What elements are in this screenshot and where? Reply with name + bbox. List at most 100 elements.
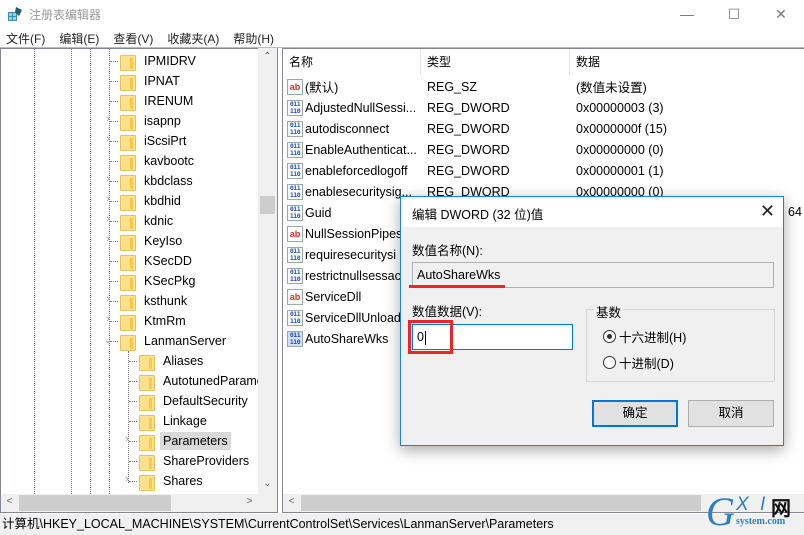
column-name[interactable]: 名称 bbox=[283, 49, 421, 75]
tree-item[interactable]: › kbdhid bbox=[106, 191, 184, 211]
tree-item[interactable]: kavbootc bbox=[110, 151, 197, 171]
chevron-right-icon[interactable]: › bbox=[103, 293, 113, 305]
value-name: EnableAuthenticat... bbox=[305, 142, 417, 157]
binary-value-icon: 011 110 bbox=[287, 246, 303, 263]
registry-tree[interactable]: IPMIDRV IPNAT IRENUM › isapnp › iScsiPrt kavboo… bbox=[0, 48, 278, 513]
column-data[interactable]: 数据 bbox=[570, 49, 804, 75]
tree-item[interactable]: › isapnp bbox=[106, 111, 184, 131]
chevron-right-icon[interactable]: › bbox=[122, 473, 132, 485]
list-hscroll-thumb[interactable] bbox=[301, 495, 701, 511]
scroll-up-icon[interactable]: ⌃ bbox=[259, 51, 276, 62]
close-button[interactable]: ✕ bbox=[758, 0, 804, 28]
radio-unchecked-icon[interactable] bbox=[603, 356, 616, 369]
menu-help[interactable]: 帮助(H) bbox=[226, 28, 281, 48]
value-name: enableforcedlogoff bbox=[305, 163, 408, 178]
chevron-right-icon[interactable]: › bbox=[103, 113, 113, 125]
ok-button[interactable]: 确定 bbox=[592, 400, 678, 427]
list-header: 名称 类型 数据 bbox=[283, 49, 804, 75]
maximize-button[interactable]: ☐ bbox=[711, 0, 757, 28]
list-row[interactable]: 011 110 EnableAuthenticat... REG_DWORD 0x000… bbox=[283, 139, 804, 160]
value-name: (默认) bbox=[305, 81, 339, 95]
chevron-right-icon[interactable]: › bbox=[103, 213, 113, 225]
value-name: requiresecuritysi bbox=[305, 247, 397, 262]
tree-item-label: ksthunk bbox=[144, 294, 188, 308]
title-bar: 注册表编辑器 — ☐ ✕ bbox=[0, 0, 804, 28]
value-name: ServiceDll bbox=[305, 289, 362, 304]
chevron-right-icon[interactable]: › bbox=[103, 233, 113, 245]
tree-item[interactable]: KSecPkg bbox=[110, 271, 198, 291]
folder-icon bbox=[139, 354, 155, 371]
status-bar-path: 计算机\HKEY_LOCAL_MACHINE\SYSTEM\CurrentCon… bbox=[0, 514, 804, 535]
menu-favorites[interactable]: 收藏夹(A) bbox=[160, 28, 226, 48]
tree-guide-line bbox=[128, 351, 129, 483]
tree-item[interactable]: › kbdclass bbox=[106, 171, 196, 191]
scroll-right-icon[interactable]: > bbox=[241, 496, 258, 507]
folder-icon bbox=[120, 174, 136, 191]
tree-horizontal-scrollbar[interactable]: < > bbox=[1, 494, 277, 512]
dialog-close-icon[interactable]: ✕ bbox=[760, 201, 775, 221]
tree-item[interactable]: IRENUM bbox=[110, 91, 196, 111]
tree-item[interactable]: Linkage bbox=[129, 411, 210, 431]
tree-vscroll-thumb[interactable] bbox=[260, 196, 275, 214]
radio-hexadecimal[interactable]: 十六进制(H) bbox=[603, 327, 686, 346]
tree-item[interactable]: › iScsiPrt bbox=[106, 131, 189, 151]
scroll-left-icon[interactable]: < bbox=[1, 496, 18, 507]
folder-icon bbox=[120, 314, 136, 331]
scroll-down-icon[interactable]: ⌄ bbox=[259, 478, 276, 489]
tree-item[interactable]: › KeyIso bbox=[106, 231, 185, 251]
tree-guide-line bbox=[71, 49, 72, 512]
cell-data: (数值未设置) bbox=[576, 81, 647, 95]
chevron-right-icon[interactable]: › bbox=[103, 193, 113, 205]
tree-item-label: LanmanServer bbox=[144, 334, 226, 348]
folder-icon bbox=[120, 294, 136, 311]
value-name-label: 数值名称(N): bbox=[412, 244, 483, 258]
chevron-right-icon[interactable]: › bbox=[103, 313, 113, 325]
list-row[interactable]: 011 110 autodisconnect REG_DWORD 0x0000000f … bbox=[283, 118, 804, 139]
tree-item[interactable]: DefaultSecurity bbox=[129, 391, 251, 411]
scroll-left-icon[interactable]: < bbox=[283, 496, 300, 507]
tree-item[interactable]: › KtmRm bbox=[106, 311, 189, 331]
cell-type: REG_SZ bbox=[427, 79, 478, 94]
menu-file[interactable]: 文件(F) bbox=[0, 28, 52, 48]
tree-item[interactable]: ShareProviders bbox=[129, 451, 252, 471]
tree-vertical-scrollbar[interactable]: ⌃ ⌄ bbox=[258, 48, 277, 494]
binary-value-icon: 011 110 bbox=[287, 183, 303, 200]
list-row[interactable]: ab (默认) REG_SZ (数值未设置) bbox=[283, 76, 804, 97]
tree-item[interactable]: ⌄ LanmanServer bbox=[103, 331, 229, 351]
menu-edit[interactable]: 编辑(E) bbox=[52, 28, 106, 48]
minimize-button[interactable]: — bbox=[664, 0, 710, 28]
menu-view[interactable]: 查看(V) bbox=[106, 28, 160, 48]
tree-hscroll-thumb[interactable] bbox=[19, 495, 171, 511]
radio-decimal[interactable]: 十进制(D) bbox=[603, 353, 674, 372]
cancel-button[interactable]: 取消 bbox=[688, 400, 774, 427]
list-row[interactable]: 011 110 enableforcedlogoff REG_DWORD 0x00000… bbox=[283, 160, 804, 181]
tree-item[interactable]: › Parameters bbox=[125, 431, 231, 451]
cell-name: 011 110 AdjustedNullSessi... bbox=[283, 99, 421, 116]
watermark-xi: X I bbox=[736, 494, 769, 515]
tree-item[interactable]: › Shares bbox=[125, 471, 206, 491]
radio-checked-icon[interactable] bbox=[603, 330, 616, 343]
watermark-domain: system.com bbox=[736, 516, 786, 527]
chevron-right-icon[interactable]: › bbox=[103, 133, 113, 145]
tree-connector bbox=[110, 261, 118, 262]
tree-item[interactable]: Aliases bbox=[129, 351, 206, 371]
chevron-down-icon[interactable]: ⌄ bbox=[103, 333, 113, 346]
tree-item[interactable]: AutotunedParame bbox=[129, 371, 267, 391]
cell-type: REG_DWORD bbox=[427, 100, 510, 115]
folder-icon bbox=[120, 274, 136, 291]
tree-item[interactable]: IPMIDRV bbox=[110, 51, 199, 71]
folder-icon bbox=[120, 74, 136, 91]
tree-connector bbox=[110, 61, 118, 62]
chevron-right-icon[interactable]: › bbox=[103, 173, 113, 185]
list-row[interactable]: 011 110 AdjustedNullSessi... REG_DWORD 0x000… bbox=[283, 97, 804, 118]
folder-icon bbox=[120, 154, 136, 171]
column-type[interactable]: 类型 bbox=[421, 49, 570, 75]
chevron-right-icon[interactable]: › bbox=[122, 433, 132, 445]
tree-item-label: Shares bbox=[163, 474, 203, 488]
folder-icon bbox=[139, 394, 155, 411]
tree-item[interactable]: KSecDD bbox=[110, 251, 195, 271]
tree-item[interactable]: IPNAT bbox=[110, 71, 183, 91]
annotation-underline bbox=[409, 285, 505, 288]
tree-item[interactable]: › kdnic bbox=[106, 211, 176, 231]
tree-item[interactable]: › ksthunk bbox=[106, 291, 190, 311]
